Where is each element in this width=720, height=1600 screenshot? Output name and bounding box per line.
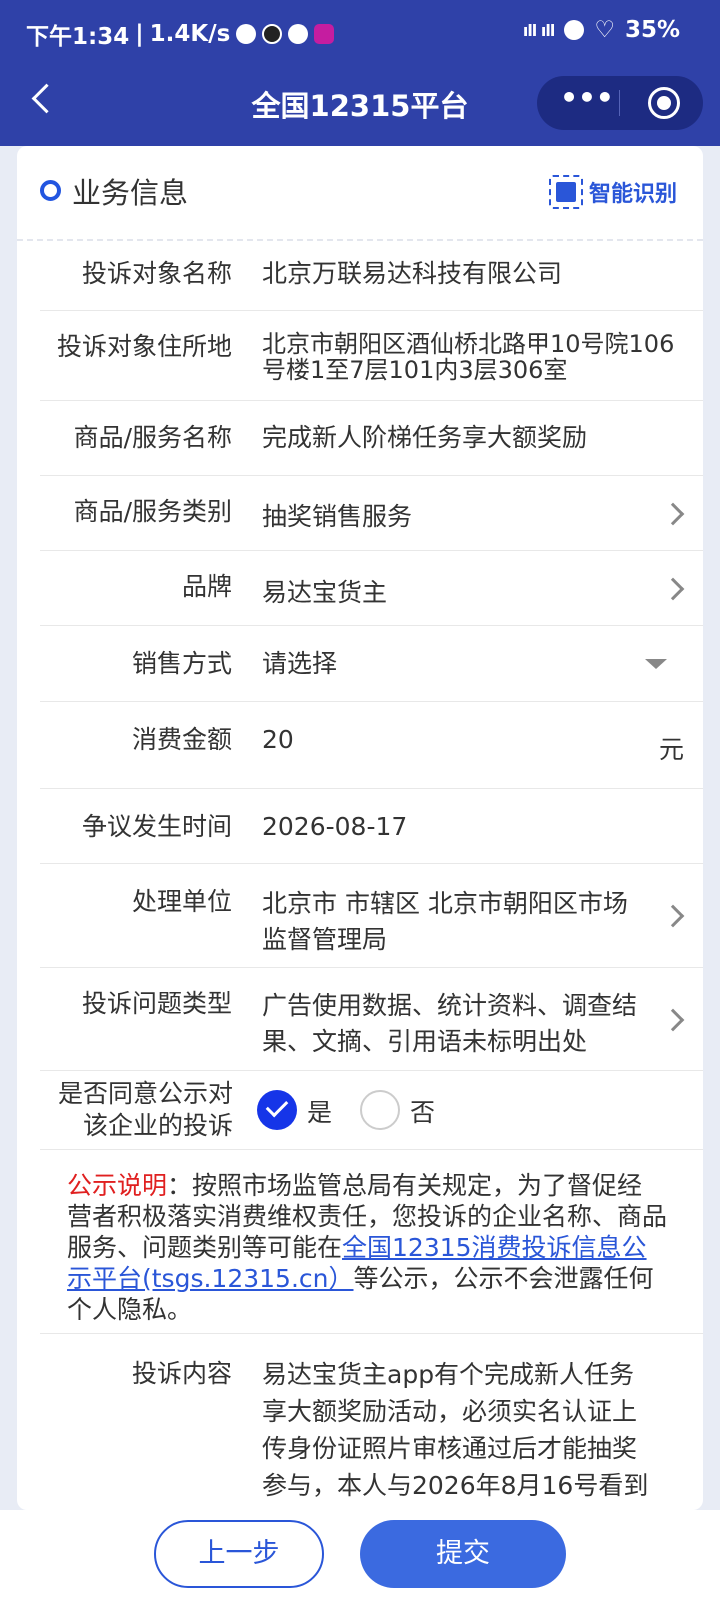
- field-product-category[interactable]: 商品/服务类别 抽奖销售服务: [40, 476, 703, 551]
- field-target-address[interactable]: 投诉对象住所地 北京市朝阳区酒仙桥北路甲10号院106号楼1至7层101内3层3…: [40, 311, 703, 401]
- miniapp-capsule: •••: [537, 76, 703, 130]
- planet-icon: [564, 20, 585, 40]
- section-dot-icon: [40, 180, 61, 201]
- field-label: 争议发生时间: [81, 812, 232, 841]
- section-title: 业务信息: [72, 176, 189, 210]
- field-publicity: 是否同意公示对该企业的投诉 是 否: [40, 1071, 703, 1150]
- complaint-content-textarea[interactable]: 易达宝货主app有个完成新人任务享大额奖励活动，必须实名认证上传身份证照片审核通…: [262, 1356, 657, 1504]
- section-header: 业务信息 智能识别: [17, 146, 703, 240]
- chevron-right-icon[interactable]: [661, 904, 685, 928]
- bell-notification-icon: [314, 24, 335, 44]
- field-label: 消费金额: [131, 725, 232, 754]
- amount-input[interactable]: 20: [262, 724, 682, 755]
- previous-step-button[interactable]: 上一步: [154, 1520, 324, 1588]
- publicity-notice: 公示说明：按照市场监管总局有关规定，为了督促经营者积极落实消费维权责任，您投诉的…: [67, 1170, 667, 1325]
- issue-type-value[interactable]: 广告使用数据、统计资料、调查结果、文摘、引用语未标明出处: [262, 988, 647, 1060]
- field-amount[interactable]: 消费金额 20 元: [40, 702, 703, 789]
- sales-method-select[interactable]: 请选择: [262, 648, 682, 679]
- product-category-value[interactable]: 抽奖销售服务: [262, 501, 682, 532]
- target-address-value[interactable]: 北京市朝阳区酒仙桥北路甲10号院106号楼1至7层101内3层306室: [262, 331, 682, 383]
- publicity-no-radio[interactable]: [360, 1090, 400, 1130]
- field-issue-type[interactable]: 投诉问题类型 广告使用数据、统计资料、调查结果、文摘、引用语未标明出处: [40, 968, 703, 1071]
- smart-recognize-label: 智能识别: [589, 182, 678, 207]
- chevron-right-icon[interactable]: [661, 1008, 685, 1032]
- field-handling-unit[interactable]: 处理单位 北京市 市辖区 北京市朝阳区市场监督管理局: [40, 864, 703, 968]
- dispute-date-value[interactable]: 2026-08-17: [262, 811, 682, 842]
- field-dispute-date[interactable]: 争议发生时间 2026-08-17: [40, 789, 703, 864]
- field-label: 是否同意公示对该企业的投诉: [57, 1079, 233, 1140]
- field-label: 投诉内容: [131, 1359, 232, 1388]
- heart-icon: ♡: [594, 17, 615, 43]
- publicity-yes-label[interactable]: 是: [307, 1093, 332, 1129]
- target-name-value[interactable]: 北京万联易达科技有限公司: [262, 258, 682, 289]
- publicity-yes-radio[interactable]: [257, 1090, 297, 1130]
- field-label: 处理单位: [131, 887, 232, 916]
- smart-recognize-button[interactable]: 智能识别: [549, 172, 677, 212]
- notice-title: 公示说明: [67, 1171, 168, 1200]
- network-speed: 1.4K/s: [149, 21, 231, 47]
- more-icon[interactable]: •••: [559, 80, 615, 126]
- business-info-card: 业务信息 智能识别 投诉对象名称 北京万联易达科技有限公司 投诉对象住所地 北京…: [17, 146, 703, 1510]
- field-product-name[interactable]: 商品/服务名称 完成新人阶梯任务享大额奖励: [40, 401, 703, 476]
- publicity-no-label[interactable]: 否: [410, 1093, 435, 1129]
- image-icon: [549, 175, 583, 209]
- field-label: 商品/服务类别: [73, 497, 232, 526]
- field-brand[interactable]: 品牌 易达宝货主: [40, 551, 703, 626]
- submit-button[interactable]: 提交: [360, 1520, 566, 1588]
- handling-unit-value[interactable]: 北京市 市辖区 北京市朝阳区市场监督管理局: [262, 886, 647, 958]
- status-time: 下午1:34: [26, 24, 130, 50]
- field-label: 投诉对象住所地: [56, 332, 232, 361]
- field-sales-method[interactable]: 销售方式 请选择: [40, 626, 703, 702]
- signal-icon: ıll ıll: [522, 20, 556, 40]
- nav-bar: 全国12315平台 •••: [0, 66, 720, 146]
- app-header: 下午1:34 | 1.4K/s ıll ıll ♡ 35% 全国12315平台 …: [0, 0, 720, 146]
- field-label: 销售方式: [131, 649, 232, 678]
- product-name-value[interactable]: 完成新人阶梯任务享大额奖励: [262, 422, 682, 453]
- field-label: 投诉对象名称: [81, 259, 232, 288]
- battery-level: 35%: [624, 17, 680, 43]
- status-bar: 下午1:34 | 1.4K/s ıll ıll ♡ 35%: [26, 17, 680, 50]
- alarm-icon: [236, 24, 257, 44]
- dropdown-arrow-icon[interactable]: [645, 659, 667, 669]
- brand-value[interactable]: 易达宝货主: [262, 577, 682, 608]
- qq-icon: [288, 24, 309, 44]
- capsule-divider: [619, 90, 620, 116]
- field-label: 投诉问题类型: [81, 989, 232, 1018]
- field-complaint-content[interactable]: 投诉内容 易达宝货主app有个完成新人任务享大额奖励活动，必须实名认证上传身份证…: [40, 1333, 703, 1510]
- field-label: 品牌: [181, 572, 232, 601]
- close-miniapp-icon[interactable]: [648, 87, 680, 119]
- bottom-action-bar: 上一步 提交: [0, 1510, 720, 1600]
- app-notification-icon: [262, 24, 283, 44]
- field-label: 商品/服务名称: [73, 423, 232, 452]
- field-target-name[interactable]: 投诉对象名称 北京万联易达科技有限公司: [40, 240, 703, 311]
- amount-unit: 元: [658, 735, 684, 764]
